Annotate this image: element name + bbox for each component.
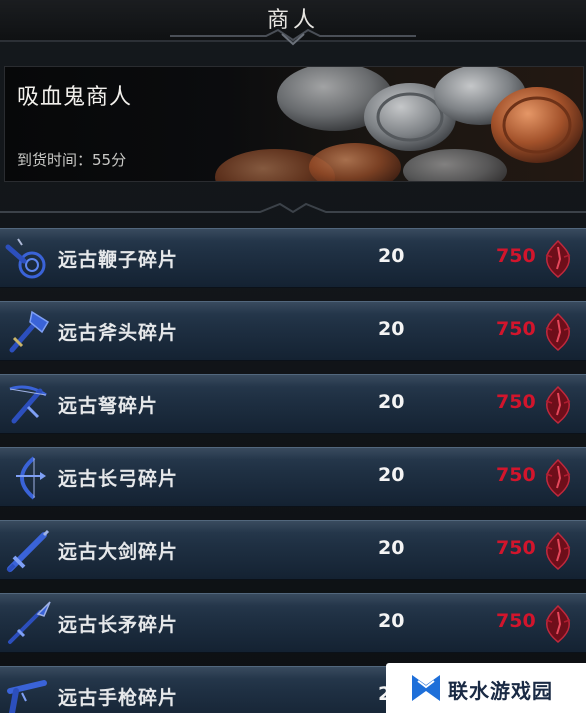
coins-pile-icon [215, 67, 583, 181]
shop-item-row[interactable]: 远古弩碎片 20 750 [0, 374, 586, 434]
shop-item-row[interactable]: 远古长弓碎片 20 750 [0, 447, 586, 507]
site-watermark: 联水游戏园 [386, 663, 586, 713]
blood-shard-icon [545, 312, 571, 352]
item-price: 750 [496, 610, 536, 632]
item-name: 远古手枪碎片 [58, 687, 179, 709]
whip-fragment-icon [5, 238, 46, 279]
item-name: 远古长矛碎片 [58, 614, 179, 636]
item-price: 750 [496, 537, 536, 559]
watermark-logo-icon [412, 675, 440, 701]
item-price: 750 [496, 391, 536, 413]
shop-item-row[interactable]: 远古大剑碎片 20 750 [0, 520, 586, 580]
item-quantity: 20 [378, 245, 405, 267]
pistol-fragment-icon [7, 680, 47, 713]
arrival-time-label: 到货时间： [17, 151, 93, 169]
header-bar: 商人 [0, 0, 586, 46]
item-quantity: 20 [378, 610, 405, 632]
item-name: 远古大剑碎片 [58, 541, 179, 563]
item-price: 750 [496, 245, 536, 267]
longbow-fragment-icon [16, 456, 46, 500]
item-quantity: 20 [378, 391, 405, 413]
header-ornament-icon [170, 28, 416, 46]
divider-ornament-icon [0, 202, 586, 214]
merchant-name: 吸血鬼商人 [17, 85, 133, 110]
blood-shard-icon [545, 531, 571, 571]
merchant-banner: 吸血鬼商人 到货时间：55分 [4, 66, 584, 182]
blood-shard-icon [545, 385, 571, 425]
item-name: 远古斧头碎片 [58, 322, 179, 344]
item-quantity: 20 [378, 318, 405, 340]
greatsword-fragment-icon [6, 529, 50, 573]
blood-shard-icon [545, 604, 571, 644]
blood-shard-icon [545, 239, 571, 279]
merchant-screen: 商人 吸血鬼商人 到货时间：55分 远古鞭子碎片 20 750 远古斧头碎片 2… [0, 0, 586, 713]
arrival-time: 到货时间：55分 [17, 149, 126, 170]
spear-fragment-icon [8, 601, 51, 644]
item-quantity: 20 [378, 537, 405, 559]
watermark-text: 联水游戏园 [448, 679, 553, 703]
item-name: 远古弩碎片 [58, 395, 159, 417]
blood-shard-icon [545, 458, 571, 498]
item-price: 750 [496, 464, 536, 486]
item-quantity: 20 [378, 464, 405, 486]
shop-item-row[interactable]: 远古斧头碎片 20 750 [0, 301, 586, 361]
item-name: 远古鞭子碎片 [58, 249, 179, 271]
arrival-time-value: 55分 [92, 151, 127, 169]
crossbow-fragment-icon [9, 385, 47, 424]
shop-item-row[interactable]: 远古鞭子碎片 20 750 [0, 228, 586, 288]
shop-item-row[interactable]: 远古长矛碎片 20 750 [0, 593, 586, 653]
axe-fragment-icon [9, 310, 50, 353]
item-name: 远古长弓碎片 [58, 468, 179, 490]
item-price: 750 [496, 318, 536, 340]
